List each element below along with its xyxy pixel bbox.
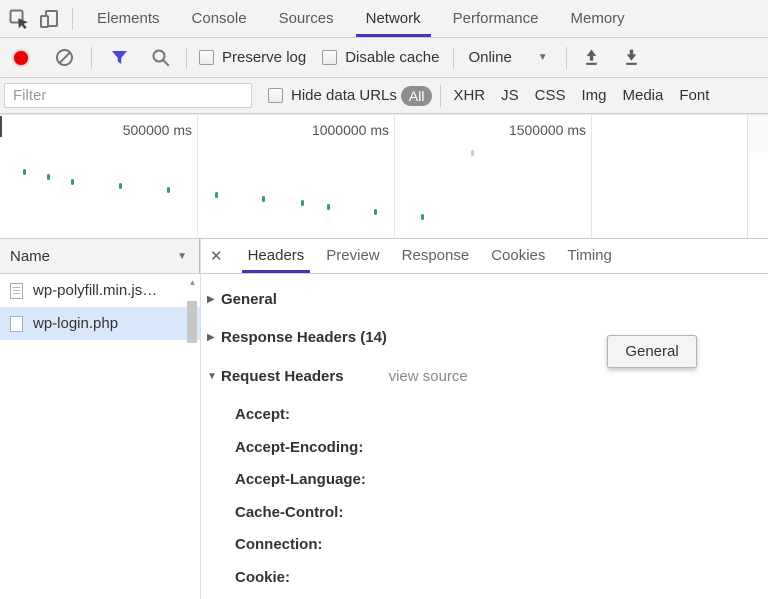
tab-network[interactable]: Network — [350, 0, 437, 37]
toggle-device-toolbar-icon[interactable] — [34, 4, 64, 34]
tab-memory[interactable]: Memory — [555, 0, 641, 37]
tab-cookies[interactable]: Cookies — [480, 239, 556, 273]
toolbar-separator — [566, 47, 567, 69]
request-header-accept-encoding: Accept-Encoding: — [235, 439, 363, 459]
filter-input[interactable] — [4, 83, 252, 108]
export-har-icon[interactable] — [617, 43, 647, 73]
clear-icon[interactable] — [56, 49, 73, 66]
overview-gridline-label: 1500000 ms — [436, 122, 586, 138]
disable-cache-checkbox[interactable] — [322, 50, 337, 65]
request-name: wp-polyfill.min.js… — [33, 282, 157, 299]
section-general[interactable]: ▶ General — [207, 291, 277, 308]
request-dot — [119, 183, 122, 189]
request-dot — [421, 214, 424, 220]
preserve-log-label: Preserve log — [222, 49, 306, 66]
request-header-accept-language: Accept-Language: — [235, 471, 366, 491]
network-filter-bar: Hide data URLs All XHR JS CSS Img Media … — [0, 78, 768, 114]
toolbar-separator — [186, 47, 187, 69]
section-request-headers-label: Request Headers — [221, 368, 344, 385]
request-dot — [71, 179, 74, 185]
filter-funnel-icon[interactable] — [104, 43, 134, 73]
toolbar-separator — [440, 85, 441, 107]
request-dot — [374, 209, 377, 215]
close-icon[interactable]: ✕ — [210, 247, 223, 265]
type-filter-js[interactable]: JS — [493, 87, 527, 104]
type-filter-all[interactable]: All — [401, 86, 433, 106]
search-icon[interactable] — [146, 43, 176, 73]
request-dot — [262, 196, 265, 202]
document-file-icon — [10, 316, 23, 332]
type-filter-img[interactable]: Img — [573, 87, 614, 104]
request-dot — [215, 192, 218, 198]
network-main-area: Name ▼ wp-polyfill.min.js… wp-login.php … — [0, 239, 768, 599]
chevron-down-icon[interactable]: ▼ — [177, 251, 187, 262]
tab-response[interactable]: Response — [391, 239, 481, 273]
list-scrollbar[interactable]: ▲ — [186, 276, 199, 386]
request-dot — [301, 200, 304, 206]
overview-gridline-label: 500000 ms — [42, 122, 192, 138]
hide-data-urls-label: Hide data URLs — [291, 87, 397, 104]
request-header-cookie: Cookie: — [235, 569, 290, 589]
toolbar-separator — [91, 47, 92, 69]
inspect-element-icon[interactable] — [4, 4, 34, 34]
scroll-up-icon[interactable]: ▲ — [186, 276, 199, 290]
tab-console[interactable]: Console — [176, 0, 263, 37]
request-row-wp-polyfill[interactable]: wp-polyfill.min.js… — [0, 274, 200, 307]
tab-sources[interactable]: Sources — [263, 0, 350, 37]
tab-headers[interactable]: Headers — [237, 239, 316, 273]
request-row-wp-login[interactable]: wp-login.php — [0, 307, 200, 340]
overview-gridline — [197, 115, 198, 238]
hide-data-urls-checkbox[interactable] — [268, 88, 283, 103]
view-source-link[interactable]: view source — [389, 368, 468, 385]
name-column-header[interactable]: Name ▼ — [0, 239, 200, 274]
request-dot — [327, 204, 330, 210]
chevron-down-icon[interactable]: ▼ — [538, 52, 548, 63]
request-dot — [47, 174, 50, 180]
request-dot — [167, 187, 170, 193]
tab-preview[interactable]: Preview — [315, 239, 390, 273]
toolbar-separator — [453, 47, 454, 69]
scrollbar-thumb[interactable] — [187, 301, 197, 343]
section-request-headers[interactable]: ▼ Request Headers view source — [207, 368, 468, 385]
floating-general-button[interactable]: General — [607, 335, 697, 368]
overview-band[interactable]: 500000 ms 1000000 ms 1500000 ms — [0, 114, 768, 239]
section-response-headers[interactable]: ▶ Response Headers (14) — [207, 329, 387, 346]
throttling-select[interactable]: Online — [468, 49, 511, 66]
devtools-main-tabbar: Elements Console Sources Network Perform… — [0, 0, 768, 38]
overview-end-line — [747, 115, 748, 238]
type-filter-xhr[interactable]: XHR — [445, 87, 493, 104]
request-header-cache-control: Cache-Control: — [235, 504, 343, 524]
request-dot — [23, 169, 26, 175]
overview-gridline — [591, 115, 592, 238]
overview-end-shade — [748, 115, 768, 153]
overview-start-tick — [0, 116, 2, 137]
triangle-down-icon[interactable]: ▼ — [207, 371, 221, 382]
request-name: wp-login.php — [33, 315, 118, 332]
script-file-icon — [10, 283, 23, 299]
type-filter-css[interactable]: CSS — [527, 87, 574, 104]
tab-elements[interactable]: Elements — [81, 0, 176, 37]
type-filter-media[interactable]: Media — [615, 87, 672, 104]
type-filter-font[interactable]: Font — [671, 87, 717, 104]
overview-gridline-label: 1000000 ms — [239, 122, 389, 138]
section-general-label: General — [221, 291, 277, 308]
preserve-log-checkbox[interactable] — [199, 50, 214, 65]
detail-tabbar: ✕ Headers Preview Response Cookies Timin… — [201, 239, 768, 274]
triangle-right-icon[interactable]: ▶ — [207, 332, 221, 343]
tab-timing[interactable]: Timing — [556, 239, 622, 273]
panel-divider[interactable] — [200, 239, 201, 599]
network-toolbar: Preserve log Disable cache Online ▼ — [0, 38, 768, 78]
request-dot — [471, 150, 474, 156]
request-header-accept: Accept: — [235, 406, 290, 426]
name-column-label: Name — [10, 248, 177, 265]
disable-cache-label: Disable cache — [345, 49, 439, 66]
tab-performance[interactable]: Performance — [437, 0, 555, 37]
overview-gridline — [394, 115, 395, 238]
record-icon[interactable] — [14, 51, 28, 65]
request-header-connection: Connection: — [235, 536, 323, 556]
triangle-right-icon[interactable]: ▶ — [207, 294, 221, 305]
toolbar-separator — [72, 8, 73, 30]
section-response-headers-label: Response Headers (14) — [221, 329, 387, 346]
import-har-icon[interactable] — [577, 43, 607, 73]
